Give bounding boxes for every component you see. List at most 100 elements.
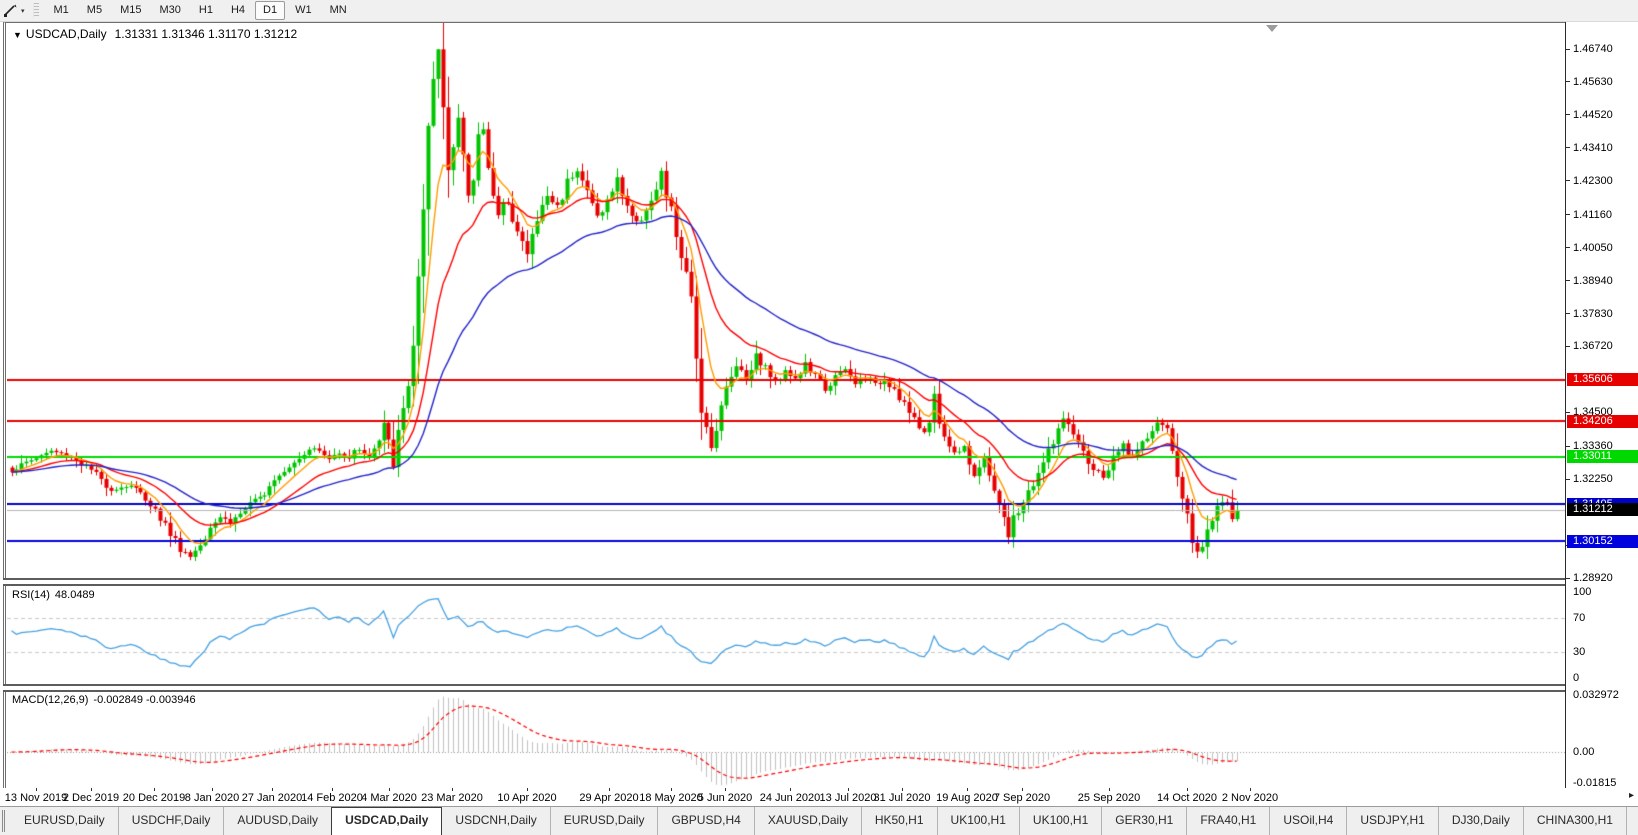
date-tick-mark <box>332 788 333 791</box>
tab-eurusd-daily[interactable]: EURUSD,Daily <box>11 807 118 835</box>
price-tick-label: 1.37830 <box>1573 307 1613 320</box>
date-tick-mark <box>1187 788 1188 791</box>
date-label: 14 Oct 2020 <box>1157 792 1217 804</box>
tab-dj30-daily[interactable]: DJ30,Daily <box>1437 807 1523 835</box>
tabbar-grip[interactable] <box>2 810 5 832</box>
hline-price-label[interactable]: 1.33011 <box>1567 450 1638 464</box>
timeframe-button-mn[interactable]: MN <box>322 1 355 20</box>
price-tick-mark <box>1566 147 1570 149</box>
chart-shift-marker[interactable] <box>1266 25 1278 32</box>
chart-ohlc-values: 1.31331 1.31346 1.31170 1.31212 <box>114 27 298 41</box>
pane-splitter-main-rsi[interactable] <box>3 578 1638 586</box>
price-tick-mark <box>1566 180 1570 182</box>
tab-usdchf-daily[interactable]: USDCHF,Daily <box>117 807 224 835</box>
price-tick-mark <box>1566 247 1570 249</box>
price-tick-mark <box>1566 411 1570 413</box>
tab-fra40-h1[interactable]: FRA40,H1 <box>1186 807 1269 835</box>
date-tick-mark <box>272 788 273 791</box>
price-tick-mark <box>1566 577 1570 579</box>
price-tick-mark <box>1566 313 1570 314</box>
rsi-name: RSI(14) <box>12 589 50 601</box>
timeframe-button-m1[interactable]: M1 <box>46 1 77 20</box>
date-label: 19 Aug 2020 <box>936 792 998 804</box>
date-label: 20 Dec 2019 <box>122 792 186 804</box>
date-label: 5 Jun 2020 <box>697 792 753 804</box>
tab-uk100-h1[interactable]: UK100,H1 <box>936 807 1019 835</box>
hline-price-label[interactable]: 1.35606 <box>1567 373 1638 387</box>
date-label: 18 May 2020 <box>639 792 703 804</box>
hline-price-label[interactable]: 1.30152 <box>1567 534 1638 548</box>
tab-usdjpy-h1[interactable]: USDJPY,H1 <box>1346 807 1437 835</box>
macd-values: -0.002849 -0.003946 <box>93 694 196 706</box>
rsi-axis-label: 0 <box>1573 672 1580 684</box>
date-tick-mark <box>36 788 37 791</box>
tab-usoil-h4[interactable]: USOil,H4 <box>1269 807 1346 835</box>
macd-indicator-chart[interactable] <box>7 692 1565 789</box>
timeframe-button-m5[interactable]: M5 <box>79 1 110 20</box>
rsi-value: 48.0489 <box>54 589 95 601</box>
date-tick-mark <box>1109 788 1110 791</box>
date-tick-mark <box>389 788 390 791</box>
timeframe-button-h1[interactable]: H1 <box>191 1 221 20</box>
symbol-tabbar: EURUSD,Daily USDCHF,Daily AUDUSD,Daily USDC… <box>0 806 1638 835</box>
hline-price-label[interactable]: 1.34206 <box>1567 414 1638 428</box>
tab-audusd-daily[interactable]: AUDUSD,Daily <box>223 807 331 835</box>
price-axis[interactable]: 1.46740 1.45630 1.44520 1.43410 1.42300 1.411… <box>1565 22 1638 789</box>
toolbar: ▾ M1 M5 M15 M30 H1 H4 D1 W1 MN <box>0 0 1638 22</box>
current-price-label[interactable]: 1.31212 <box>1567 503 1638 517</box>
price-tick-mark <box>1566 114 1570 116</box>
chart-title: ▼ USDCAD,Daily 1.31331 1.31346 1.31170 1.3… <box>13 27 297 41</box>
crosshair-tool-icon[interactable] <box>3 3 19 18</box>
tab-china300-h1[interactable]: CHINA300,H1 <box>1522 807 1626 835</box>
date-tick-mark <box>671 788 672 791</box>
tab-uk100-h1[interactable]: UK100,H1 <box>1018 807 1101 835</box>
date-axis[interactable]: ▸ 13 Nov 2019 2 Dec 2019 20 Dec 2019 8 Jan … <box>3 788 1638 806</box>
macd-panel-label: MACD(12,26,9) -0.002849 -0.003946 <box>12 694 196 706</box>
tab-usdcad-daily[interactable]: USDCAD,Daily <box>331 807 443 835</box>
tool-dropdown-caret-icon[interactable]: ▾ <box>21 7 25 15</box>
date-label: 23 Mar 2020 <box>421 792 483 804</box>
timeframe-button-h4[interactable]: H4 <box>223 1 253 20</box>
price-tick-label: 1.45630 <box>1573 75 1613 88</box>
date-label: 29 Apr 2020 <box>579 792 639 804</box>
price-tick-label: 1.28920 <box>1573 572 1613 584</box>
date-label: 13 Nov 2019 <box>4 792 68 804</box>
title-caret-icon[interactable]: ▼ <box>13 30 22 40</box>
timeframe-button-d1[interactable]: D1 <box>255 1 286 20</box>
timeframe-button-m30[interactable]: M30 <box>151 1 188 20</box>
timeframe-button-m15[interactable]: M15 <box>112 1 149 20</box>
tab-usoil-h1[interactable]: USOil,H1 <box>1625 807 1638 835</box>
price-tick-label: 1.42300 <box>1573 174 1613 187</box>
tab-xauusd-daily[interactable]: XAUUSD,Daily <box>753 807 861 835</box>
price-tick-mark <box>1566 478 1570 480</box>
tab-eurusd-daily[interactable]: EURUSD,Daily <box>549 807 658 835</box>
pane-splitter-rsi-macd[interactable] <box>3 684 1638 692</box>
date-tick-mark <box>1022 788 1023 791</box>
main-price-chart[interactable] <box>7 23 1565 578</box>
date-label: 7 Sep 2020 <box>993 792 1051 804</box>
date-label: 4 Mar 2020 <box>361 792 417 804</box>
tab-ger30-h1[interactable]: GER30,H1 <box>1101 807 1186 835</box>
rsi-indicator-chart[interactable] <box>7 586 1565 684</box>
macd-axis-label: 0.032972 <box>1573 688 1619 701</box>
timeframe-button-w1[interactable]: W1 <box>287 1 320 20</box>
price-tick-label: 1.41160 <box>1573 208 1612 221</box>
price-tick-mark <box>1566 48 1570 50</box>
rsi-axis-label: 30 <box>1573 646 1586 659</box>
price-tick-label: 1.32250 <box>1573 473 1613 486</box>
date-tick-mark <box>91 788 92 791</box>
date-scroll-right-icon[interactable]: ▸ <box>1629 790 1634 801</box>
date-label: 24 Jun 2020 <box>759 792 821 804</box>
tab-gbpusd-h4[interactable]: GBPUSD,H4 <box>657 807 753 835</box>
chart-symbol-label: USDCAD,Daily <box>25 27 107 41</box>
price-tick-label: 1.36720 <box>1573 340 1613 353</box>
tab-usdcnh-daily[interactable]: USDCNH,Daily <box>442 807 549 835</box>
toolbar-grip[interactable] <box>32 3 39 18</box>
price-tick-mark <box>1566 445 1570 447</box>
date-tick-mark <box>154 788 155 791</box>
tab-hk50-h1[interactable]: HK50,H1 <box>860 807 937 835</box>
price-tick-mark <box>1566 81 1570 83</box>
price-tick-mark <box>1566 345 1570 347</box>
date-tick-mark <box>967 788 968 791</box>
date-tick-mark <box>212 788 213 791</box>
